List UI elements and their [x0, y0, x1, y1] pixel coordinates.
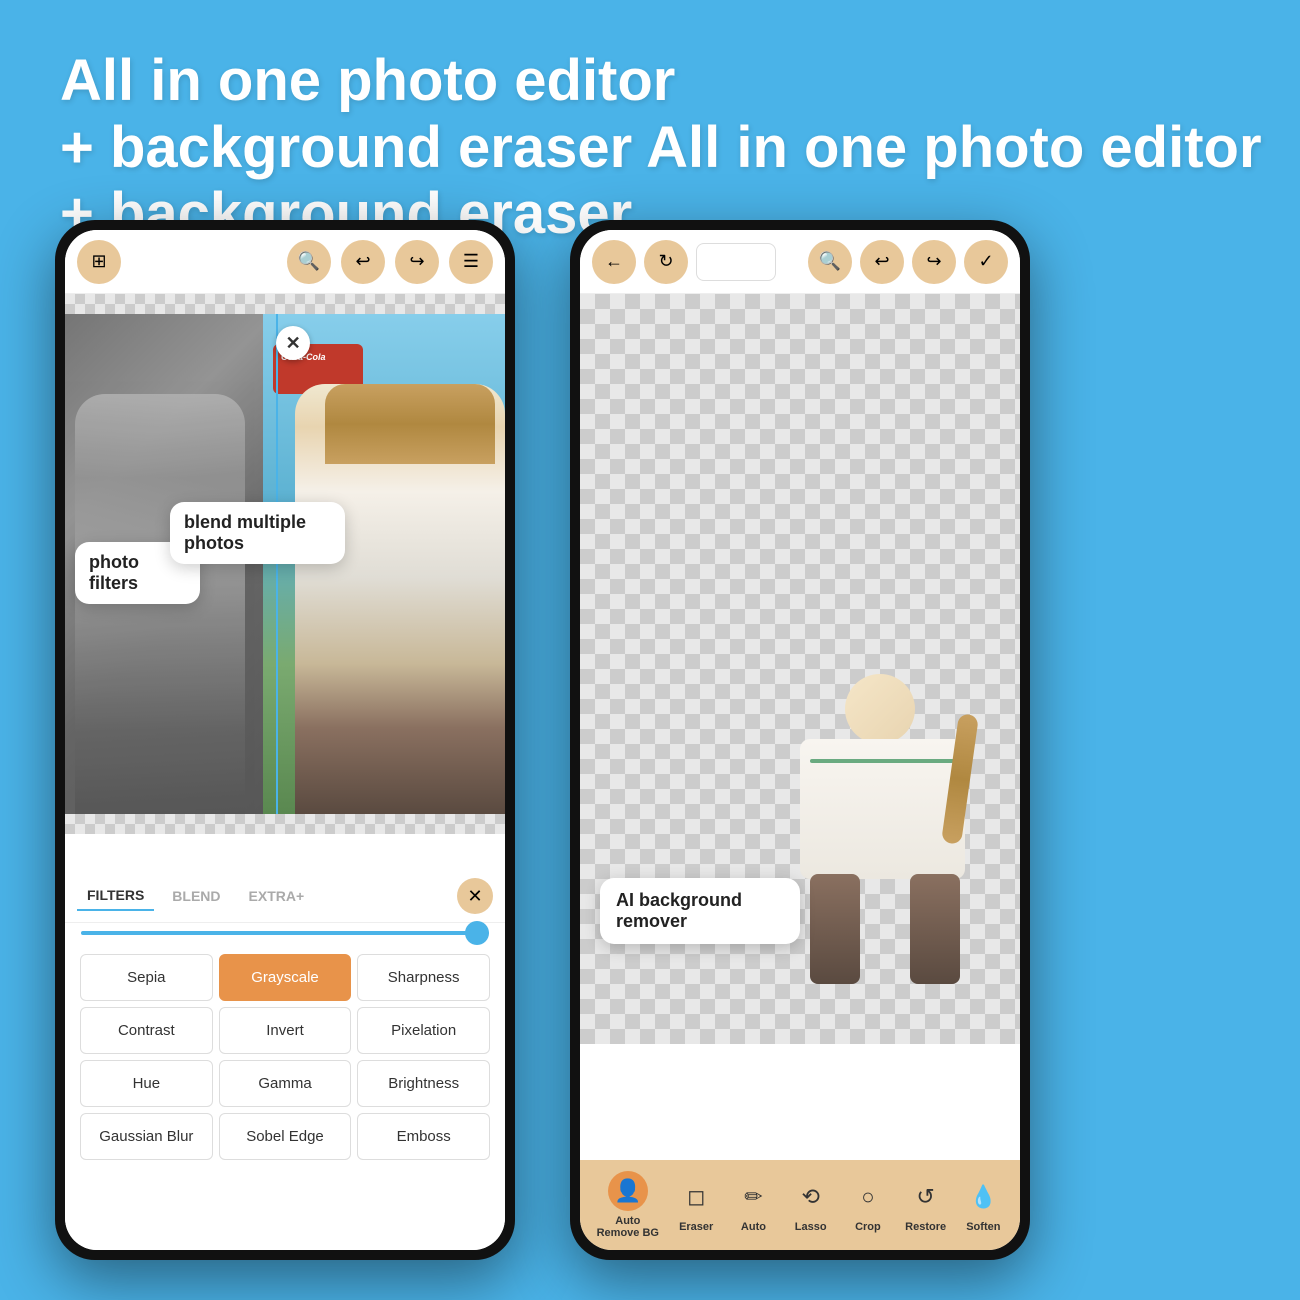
filter-contrast[interactable]: Contrast	[80, 1007, 213, 1054]
search-icon-right: 🔍	[819, 251, 841, 272]
close-panel-icon: ✕	[467, 886, 482, 907]
restore-icon: ↺	[906, 1177, 946, 1217]
filter-gaussian-blur[interactable]: Gaussian Blur	[80, 1113, 213, 1160]
crop-label: Crop	[855, 1221, 881, 1233]
filter-invert[interactable]: Invert	[219, 1007, 352, 1054]
filter-hue[interactable]: Hue	[80, 1060, 213, 1107]
crop-icon: ○	[848, 1177, 888, 1217]
menu-button-left[interactable]: ☰	[449, 240, 493, 284]
filter-emboss[interactable]: Emboss	[357, 1113, 490, 1160]
filter-sobel-edge[interactable]: Sobel Edge	[219, 1113, 352, 1160]
restore-label: Restore	[905, 1221, 946, 1233]
necklace-shape	[810, 759, 955, 763]
close-compare-button[interactable]: ✕	[276, 326, 310, 360]
legs-shape	[810, 874, 860, 984]
callout-blend: blend multiplephotos	[170, 502, 345, 564]
tool-auto-remove[interactable]: 👤 AutoRemove BG	[597, 1171, 659, 1239]
undo-icon-left: ↩	[355, 251, 370, 272]
check-icon-right: ✓	[978, 251, 993, 272]
layers-icon: ⊞	[91, 251, 106, 272]
phone-right: ← ↻ 🔍 ↩ ↪ ✓	[570, 220, 1030, 1260]
auto-remove-icon: 👤	[608, 1171, 648, 1211]
close-panel-button[interactable]: ✕	[457, 878, 493, 914]
filter-gamma[interactable]: Gamma	[219, 1060, 352, 1107]
search-button-right[interactable]: 🔍	[808, 240, 852, 284]
tool-eraser[interactable]: ◻ Eraser	[676, 1177, 716, 1233]
callout-ai-text: AI backgroundremover	[616, 890, 742, 931]
tab-blend[interactable]: BLEND	[162, 882, 230, 910]
callout-blend-text: blend multiplephotos	[184, 512, 306, 553]
legs-shape2	[910, 874, 960, 984]
redo-button-right[interactable]: ↪	[912, 240, 956, 284]
filters-grid: Sepia Grayscale Sharpness Contrast Inver…	[65, 943, 505, 1171]
callout-filters-text: photofilters	[89, 552, 139, 593]
phone-right-screen: ← ↻ 🔍 ↩ ↪ ✓	[580, 230, 1020, 1250]
tabs-row: FILTERS BLEND EXTRA+ ✕	[65, 870, 505, 923]
filter-sharpness[interactable]: Sharpness	[357, 954, 490, 1001]
person-gray	[75, 394, 245, 814]
undo-button-left[interactable]: ↩	[341, 240, 385, 284]
eraser-icon: ◻	[676, 1177, 716, 1217]
compare-divider	[276, 314, 278, 814]
phone-left: ⊞ 🔍 ↩ ↪ ☰	[55, 220, 515, 1260]
lasso-label: Lasso	[795, 1221, 827, 1233]
filter-grayscale[interactable]: Grayscale	[219, 954, 352, 1001]
tool-lasso[interactable]: ⟲ Lasso	[791, 1177, 831, 1233]
tool-soften[interactable]: 💧 Soften	[963, 1177, 1003, 1233]
soften-icon: 💧	[963, 1177, 1003, 1217]
soften-label: Soften	[966, 1221, 1000, 1233]
eraser-label: Eraser	[679, 1221, 713, 1233]
redo-icon-left: ↪	[409, 251, 424, 272]
tool-auto[interactable]: ✏ Auto	[733, 1177, 773, 1233]
size-input[interactable]	[696, 243, 776, 281]
confirm-button-right[interactable]: ✓	[964, 240, 1008, 284]
tab-extra[interactable]: EXTRA+	[239, 882, 315, 910]
person-shape-right	[770, 664, 990, 984]
menu-icon-left: ☰	[463, 251, 479, 272]
left-toolbar: ⊞ 🔍 ↩ ↪ ☰	[65, 230, 505, 294]
bottom-panel-left: FILTERS BLEND EXTRA+ ✕ Sepia Grayscale S…	[65, 870, 505, 1250]
slider-row	[65, 923, 505, 943]
filter-brightness[interactable]: Brightness	[357, 1060, 490, 1107]
hero-title: All in one photo editor + background era…	[60, 48, 1262, 248]
lasso-icon: ⟲	[791, 1177, 831, 1217]
auto-remove-label: AutoRemove BG	[597, 1215, 659, 1239]
layers-button[interactable]: ⊞	[77, 240, 121, 284]
auto-label: Auto	[741, 1221, 766, 1233]
auto-icon: ✏	[733, 1177, 773, 1217]
refresh-icon: ↻	[658, 251, 673, 272]
photo-area-left: Coca-Cola ✕ photofilters	[65, 314, 505, 814]
tool-crop[interactable]: ○ Crop	[848, 1177, 888, 1233]
undo-button-right[interactable]: ↩	[860, 240, 904, 284]
checker-strip-top	[65, 294, 505, 314]
redo-icon-right: ↪	[926, 251, 941, 272]
filter-pixelation[interactable]: Pixelation	[357, 1007, 490, 1054]
slider-thumb[interactable]	[465, 921, 489, 945]
extracted-person	[770, 664, 990, 984]
bottom-toolbar-right: 👤 AutoRemove BG ◻ Eraser ✏ Auto ⟲ Lasso …	[580, 1160, 1020, 1250]
photo-area-right: AI backgroundremover	[580, 294, 1020, 1044]
hero-title-text: All in one photo editor + background era…	[60, 48, 675, 180]
callout-ai: AI backgroundremover	[600, 878, 800, 944]
refresh-button-right[interactable]: ↻	[644, 240, 688, 284]
undo-icon-right: ↩	[874, 251, 889, 272]
search-icon-left: 🔍	[298, 251, 320, 272]
filter-slider[interactable]	[81, 931, 489, 935]
filter-sepia[interactable]: Sepia	[80, 954, 213, 1001]
back-icon: ←	[605, 251, 623, 272]
head-shape	[845, 674, 915, 744]
back-button-right[interactable]: ←	[592, 240, 636, 284]
redo-button-left[interactable]: ↪	[395, 240, 439, 284]
search-button-left[interactable]: 🔍	[287, 240, 331, 284]
tool-restore[interactable]: ↺ Restore	[905, 1177, 946, 1233]
person-hair	[325, 384, 495, 464]
checker-strip-mid	[65, 814, 505, 834]
photo-color-half: Coca-Cola	[263, 314, 505, 814]
tab-filters[interactable]: FILTERS	[77, 881, 154, 911]
right-toolbar: ← ↻ 🔍 ↩ ↪ ✓	[580, 230, 1020, 294]
person-color	[295, 384, 505, 814]
phone-left-screen: ⊞ 🔍 ↩ ↪ ☰	[65, 230, 505, 1250]
